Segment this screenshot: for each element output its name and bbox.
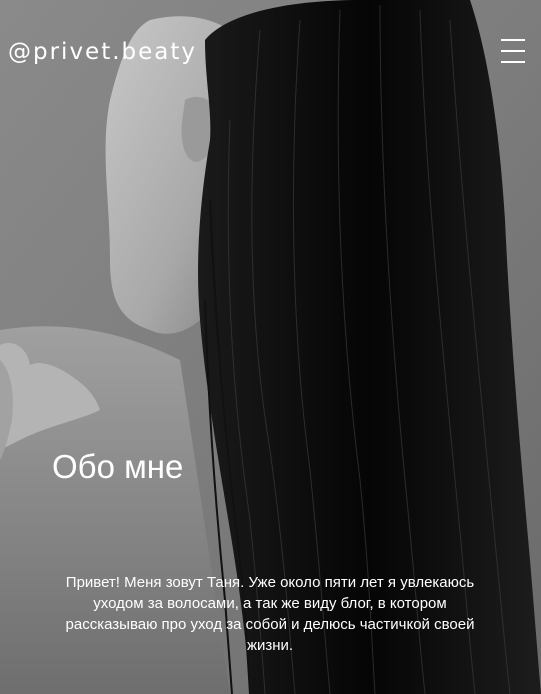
about-title: Обо мне bbox=[52, 448, 184, 485]
hamburger-menu-icon bbox=[501, 61, 525, 63]
brand-logo[interactable]: @privet.beaty bbox=[8, 36, 197, 68]
hamburger-menu-icon bbox=[501, 39, 525, 41]
hamburger-menu-icon bbox=[501, 50, 525, 52]
menu-button[interactable] bbox=[498, 36, 528, 66]
about-description: Привет! Меня зовут Таня. Уже около пяти … bbox=[65, 574, 475, 654]
